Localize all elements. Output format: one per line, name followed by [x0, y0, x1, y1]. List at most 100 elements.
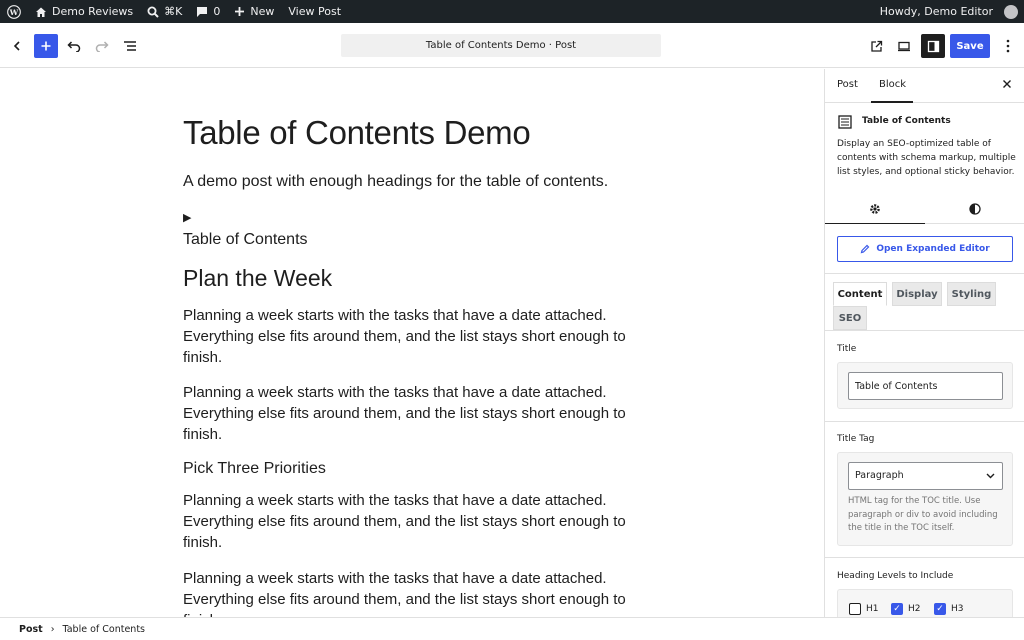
- divider: [825, 330, 1024, 331]
- document-title: Table of Contents Demo · Post: [425, 40, 577, 51]
- view-post-link[interactable]: View Post: [281, 0, 348, 23]
- checkbox-h1[interactable]: H1: [849, 603, 879, 615]
- sidebar-icon: [927, 40, 939, 52]
- block-inserter-button[interactable]: [34, 34, 58, 58]
- back-button[interactable]: [5, 34, 29, 58]
- close-settings-button[interactable]: [1002, 78, 1012, 92]
- editor-canvas[interactable]: Table of Contents Demo A demo post with …: [0, 69, 824, 617]
- divider: [825, 421, 1024, 422]
- view-post-label: View Post: [288, 5, 342, 18]
- open-expanded-editor-button[interactable]: Open Expanded Editor: [837, 236, 1013, 262]
- excerpt-paragraph[interactable]: A demo post with enough headings for the…: [183, 173, 643, 191]
- checkbox-h2[interactable]: ✓ H2: [891, 603, 921, 615]
- editor-header: Table of Contents Demo · Post Save: [0, 23, 1024, 68]
- title-tag-select[interactable]: Paragraph: [848, 462, 1003, 490]
- checkbox-label: H2: [908, 604, 921, 614]
- tab-styles[interactable]: [925, 194, 1024, 224]
- block-card-description: Display an SEO-optimized table of conten…: [837, 139, 1016, 177]
- save-button[interactable]: Save: [950, 34, 990, 58]
- divider: [825, 273, 1024, 274]
- comments-link[interactable]: 0: [189, 0, 227, 23]
- site-name: Demo Reviews: [52, 5, 134, 18]
- block-inspector-tabs: [825, 194, 1024, 224]
- checkbox-h3[interactable]: ✓ H3: [934, 603, 964, 615]
- admin-bar: W Demo Reviews ⌘K 0 New View Post Howdy,…: [0, 0, 1024, 23]
- tab-block[interactable]: Block: [871, 69, 913, 103]
- chevron-right-icon: ›: [50, 623, 55, 635]
- title-label: Title: [837, 344, 857, 354]
- comment-icon: [197, 6, 208, 17]
- account-menu[interactable]: Howdy, Demo Editor: [873, 0, 1024, 23]
- checkbox-label: H1: [866, 604, 879, 614]
- divider: [825, 557, 1024, 558]
- heading-pick-three-priorities[interactable]: Pick Three Priorities: [183, 460, 643, 478]
- wordpress-icon: W: [7, 4, 21, 19]
- sidebar-tabs: Post Block: [825, 69, 1024, 103]
- title-tag-label: Title Tag: [837, 434, 875, 444]
- preview-button[interactable]: [892, 34, 916, 58]
- external-link-icon: [870, 40, 882, 52]
- checkbox-box[interactable]: [849, 603, 861, 615]
- paragraph-4[interactable]: Planning a week starts with the tasks th…: [183, 568, 643, 617]
- wordpress-logo[interactable]: W: [0, 0, 28, 23]
- new-label: New: [250, 5, 275, 18]
- desktop-icon: [898, 41, 910, 52]
- toc-block-title[interactable]: Table of Contents: [183, 231, 643, 249]
- settings-sidebar: Post Block Table of Contents Display an …: [824, 69, 1024, 617]
- search-shortcut: ⌘K: [164, 5, 183, 18]
- new-content-link[interactable]: New: [227, 0, 281, 23]
- search-icon: [147, 6, 159, 18]
- plus-icon: [41, 41, 51, 51]
- title-tag-value: Paragraph: [855, 470, 904, 481]
- undo-icon: [67, 41, 81, 52]
- chevron-left-icon: [13, 41, 20, 51]
- paragraph-2[interactable]: Planning a week starts with the tasks th…: [183, 382, 643, 445]
- redo-icon: [95, 41, 109, 52]
- avatar: [1004, 4, 1018, 19]
- tab-post[interactable]: Post: [837, 69, 858, 103]
- gear-icon: [870, 203, 880, 214]
- list-view-icon: [124, 41, 136, 51]
- title-tag-help: HTML tag for the TOC title. Use paragrap…: [848, 496, 998, 533]
- options-button[interactable]: [996, 34, 1020, 58]
- paragraph-3[interactable]: Planning a week starts with the tasks th…: [183, 490, 643, 553]
- command-search[interactable]: ⌘K: [140, 0, 189, 23]
- check-icon[interactable]: ✓: [891, 603, 903, 615]
- tab-display[interactable]: Display: [892, 282, 942, 306]
- breadcrumb-block[interactable]: Table of Contents: [63, 624, 146, 635]
- home-icon: [36, 7, 46, 17]
- more-vertical-icon: [1006, 39, 1010, 53]
- toc-title-input[interactable]: [848, 372, 1003, 400]
- plus-icon: [235, 7, 245, 16]
- heading-levels-label: Heading Levels to Include: [837, 571, 954, 581]
- redo-button[interactable]: [90, 34, 114, 58]
- document-title-bar[interactable]: Table of Contents Demo · Post: [341, 34, 661, 57]
- check-icon[interactable]: ✓: [934, 603, 946, 615]
- tab-seo[interactable]: SEO: [833, 306, 867, 330]
- tab-styling[interactable]: Styling: [947, 282, 996, 306]
- breadcrumb-post[interactable]: Post: [19, 624, 43, 635]
- comments-count: 0: [213, 5, 221, 18]
- toc-toggle-icon[interactable]: ▶: [183, 211, 643, 224]
- post-title[interactable]: Table of Contents Demo: [183, 114, 643, 152]
- checkbox-label: H3: [951, 604, 964, 614]
- pencil-icon: [861, 244, 870, 254]
- contrast-icon: [969, 203, 981, 215]
- svg-text:W: W: [9, 7, 19, 16]
- block-card-title: Table of Contents: [862, 116, 951, 126]
- greeting: Howdy, Demo Editor: [879, 5, 993, 18]
- site-name-link[interactable]: Demo Reviews: [28, 0, 140, 23]
- settings-toggle-button[interactable]: [921, 34, 945, 58]
- table-of-contents-icon: [838, 115, 852, 129]
- view-post-button[interactable]: [864, 34, 888, 58]
- expand-button-label: Open Expanded Editor: [876, 244, 990, 254]
- tab-content[interactable]: Content: [833, 282, 887, 306]
- paragraph-1[interactable]: Planning a week starts with the tasks th…: [183, 305, 643, 368]
- tab-settings[interactable]: [825, 194, 925, 224]
- heading-plan-the-week[interactable]: Plan the Week: [183, 265, 643, 292]
- close-icon: [1003, 80, 1011, 88]
- title-tag-panel: Paragraph HTML tag for the TOC title. Us…: [837, 452, 1013, 546]
- block-breadcrumb: Post › Table of Contents: [0, 617, 1024, 640]
- undo-button[interactable]: [62, 34, 86, 58]
- document-overview-button[interactable]: [118, 34, 142, 58]
